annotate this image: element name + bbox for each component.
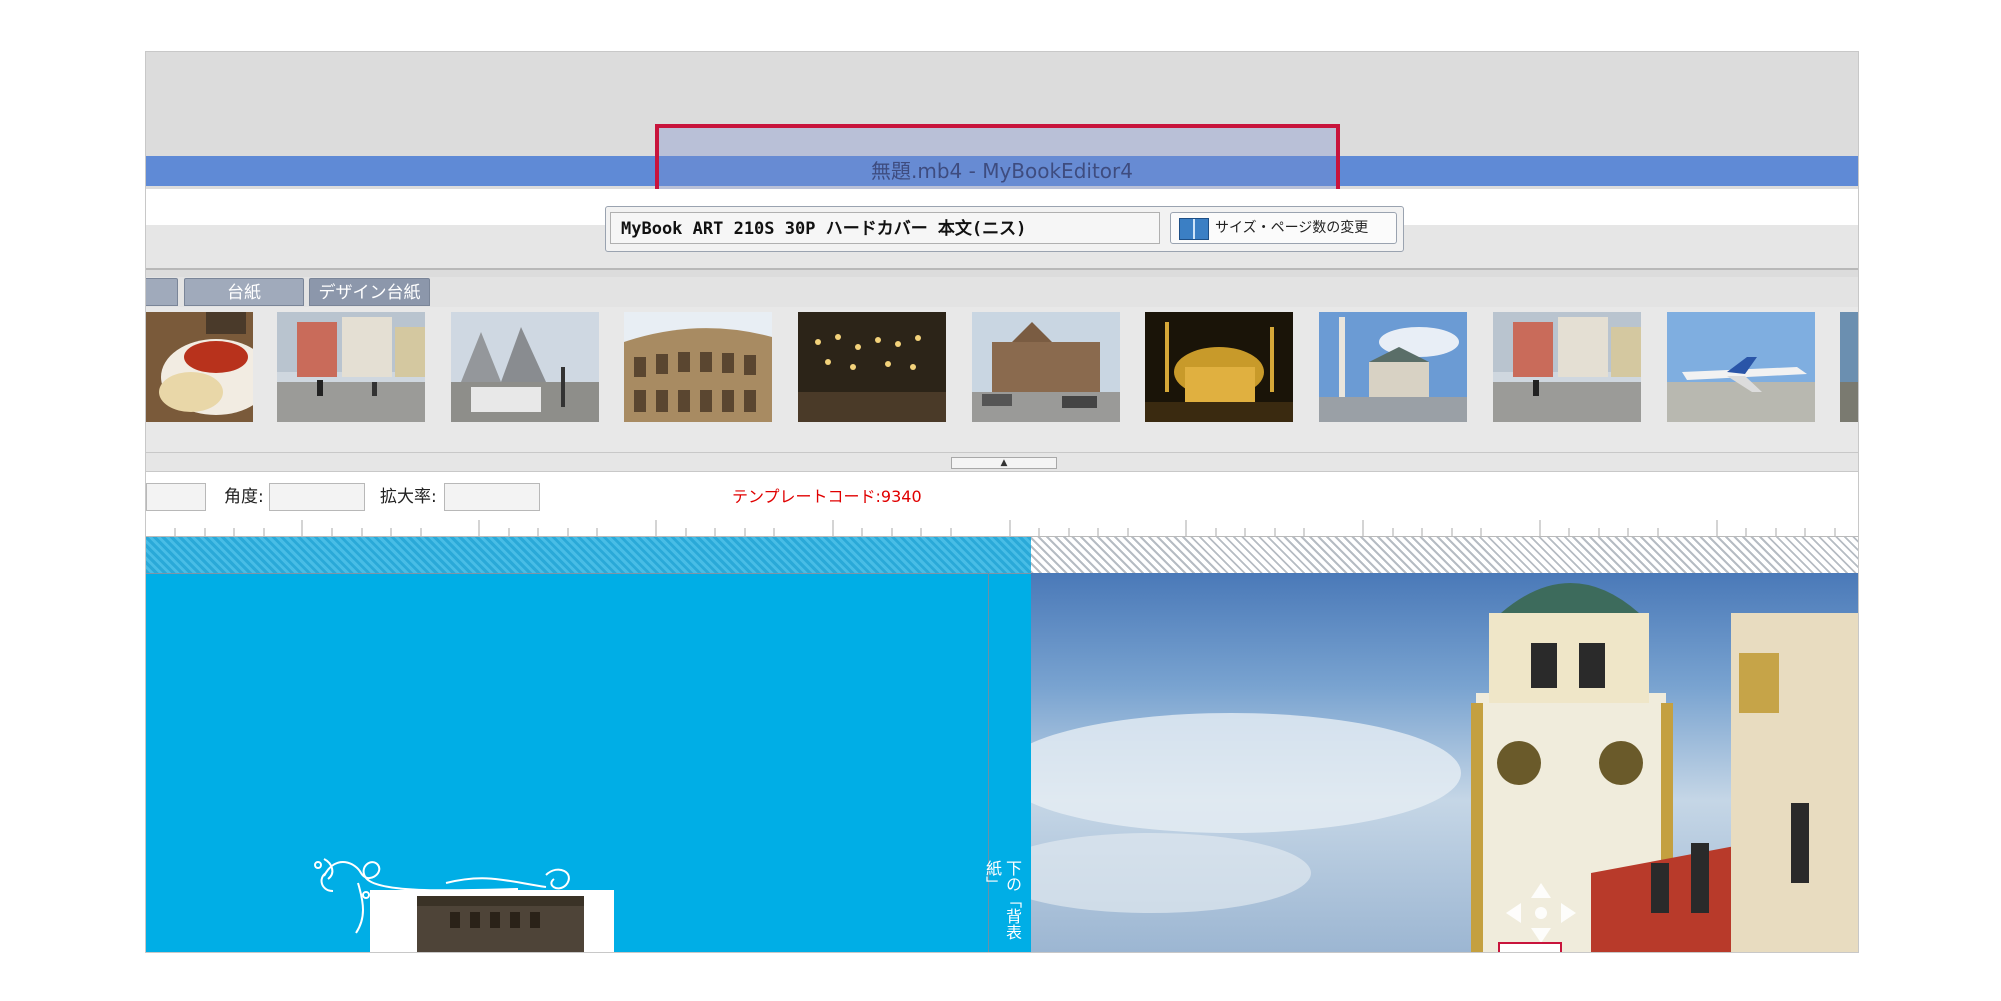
right-page-photo[interactable] xyxy=(1031,573,1858,952)
product-select[interactable]: MyBook ART 210S 30P ハードカバー 本文(ニス) xyxy=(610,212,1160,244)
zoom-label: 拡大率: xyxy=(380,487,437,507)
spine-note: 下の「背表紙」 xyxy=(983,860,1022,940)
thumbnail-airplane[interactable] xyxy=(1667,312,1815,422)
thumbnail-food[interactable] xyxy=(146,312,253,422)
size-page-change-button[interactable]: サイズ・ページ数の変更 xyxy=(1170,212,1397,244)
tab-mount[interactable]: 台紙 xyxy=(184,278,304,306)
zoom-field[interactable] xyxy=(444,483,540,511)
spine-guide xyxy=(988,573,989,952)
tab-label: 台紙 xyxy=(227,283,261,303)
thumbnail-trees[interactable] xyxy=(451,312,599,422)
bleed-area-right xyxy=(1031,537,1858,573)
bleed-area-left xyxy=(146,537,1031,573)
thumbnail-mosque-interior[interactable] xyxy=(798,312,946,422)
book-icon xyxy=(1179,218,1209,240)
tab-photos[interactable] xyxy=(146,278,178,306)
angle-field[interactable] xyxy=(269,483,365,511)
thumbnail-street-1[interactable] xyxy=(277,312,425,422)
size-page-change-label: サイズ・ページ数の変更 xyxy=(1215,220,1369,236)
thumbnail-street-2[interactable] xyxy=(1493,312,1641,422)
tab-label: デザイン台紙 xyxy=(318,283,421,303)
collapse-handle[interactable]: ▲ xyxy=(951,457,1057,469)
thumbnail-minaret[interactable] xyxy=(1319,312,1467,422)
ruler xyxy=(146,518,1858,537)
thumbnail-colosseum[interactable] xyxy=(624,312,772,422)
ruler-ticks xyxy=(174,520,1836,536)
church-tower-photo xyxy=(1031,583,1858,952)
angle-label: 角度: xyxy=(224,487,264,507)
thumbnail-mosque-night[interactable] xyxy=(1145,312,1293,422)
left-page[interactable] xyxy=(146,573,1031,952)
template-code: テンプレートコード:9340 xyxy=(732,487,922,506)
thumbnail-brick-building[interactable] xyxy=(972,312,1120,422)
editor-window: 無題.mb4 - MyBookEditor4 MyBook ART 210S 3… xyxy=(145,51,1859,953)
photo-frame[interactable] xyxy=(370,890,614,952)
tab-design-mount[interactable]: デザイン台紙 xyxy=(309,278,430,306)
position-field[interactable] xyxy=(146,483,206,511)
photo-tower xyxy=(417,896,584,952)
thumbnail-partial[interactable] xyxy=(1840,312,1858,422)
